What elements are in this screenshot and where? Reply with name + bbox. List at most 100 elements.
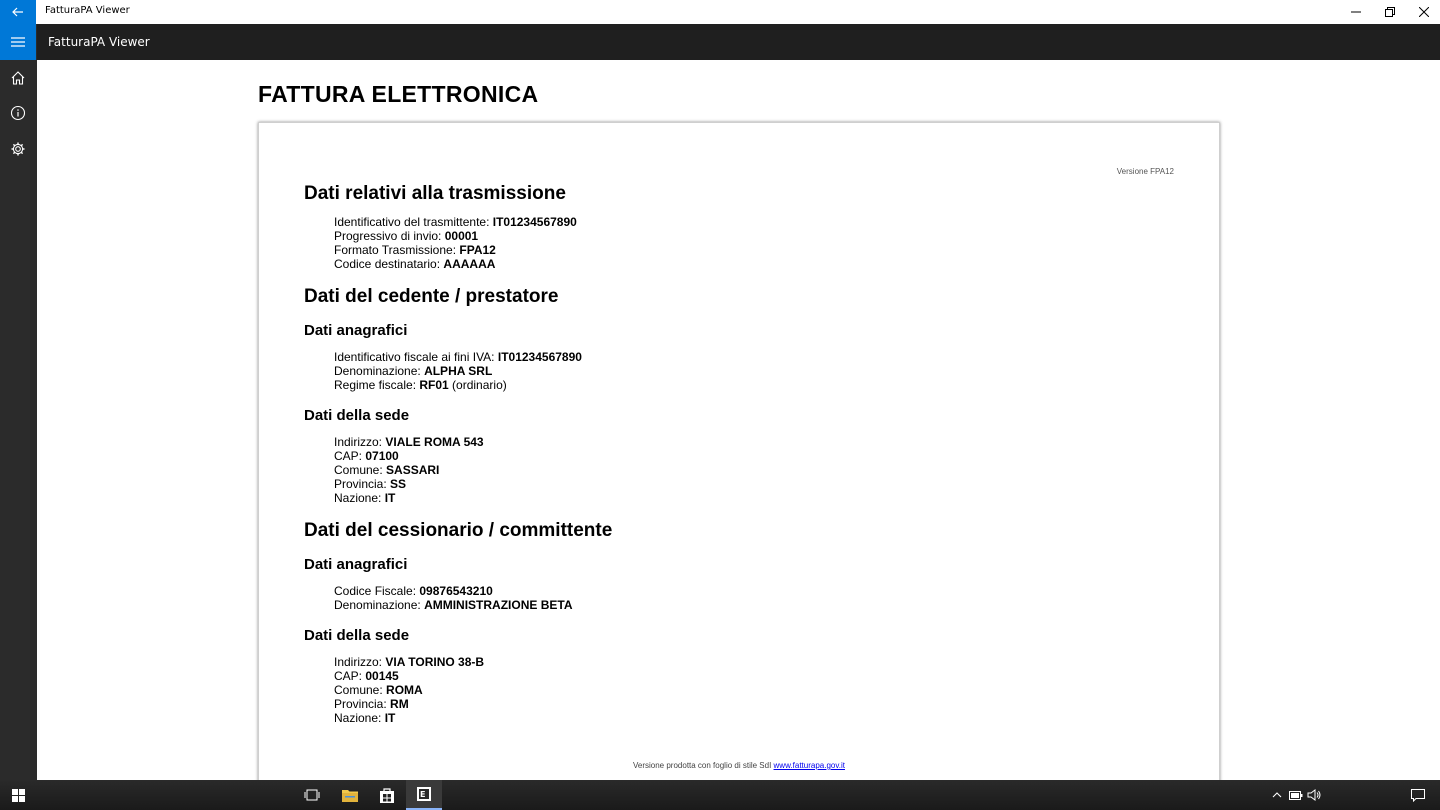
tray-battery[interactable] <box>1286 780 1306 810</box>
field-label: Identificativo fiscale ai fini IVA: <box>334 350 498 364</box>
battery-icon <box>1289 790 1303 800</box>
field-row: CAP: 00145 <box>334 669 484 683</box>
field-value: IT01234567890 <box>497 350 582 364</box>
restore-button[interactable] <box>1373 0 1407 24</box>
store-icon <box>380 788 394 803</box>
close-button[interactable] <box>1407 0 1440 24</box>
field-row: Formato Trasmissione: FPA12 <box>334 243 577 257</box>
footer-text: Versione prodotta con foglio di stile Sd… <box>633 761 774 770</box>
settings-icon <box>11 142 25 156</box>
tray-volume[interactable] <box>1304 780 1324 810</box>
section-trasmissione-heading: Dati relativi alla trasmissione <box>304 183 566 204</box>
cessionario-sede-fields: Indirizzo: VIA TORINO 38-B CAP: 00145 Co… <box>334 655 484 725</box>
field-row: Progressivo di invio: 00001 <box>334 229 577 243</box>
field-row: Provincia: SS <box>334 477 484 491</box>
field-label: Comune: <box>334 683 387 697</box>
close-icon <box>1419 7 1429 17</box>
field-value: SASSARI <box>386 463 440 477</box>
task-view-icon <box>304 789 320 801</box>
start-button[interactable] <box>0 780 36 810</box>
footer-note: Versione prodotta con foglio di stile Sd… <box>259 761 1219 770</box>
field-label: CAP: <box>334 669 366 683</box>
back-button[interactable] <box>0 0 36 24</box>
field-label: Codice Fiscale: <box>334 584 420 598</box>
field-row: Provincia: RM <box>334 697 484 711</box>
field-label: Nazione: <box>334 711 385 725</box>
minimize-icon <box>1351 11 1361 13</box>
field-row: Nazione: IT <box>334 491 484 505</box>
invoice-paper: Versione FPA12 Dati relativi alla trasmi… <box>258 122 1220 780</box>
field-row: Identificativo fiscale ai fini IVA: IT01… <box>334 350 582 364</box>
field-value: 00145 <box>365 669 399 683</box>
cessionario-sede-heading: Dati della sede <box>304 627 410 644</box>
section-cessionario-heading: Dati del cessionario / committente <box>304 520 613 541</box>
field-value: ALPHA SRL <box>424 364 493 378</box>
fatturapa-app-icon: E <box>417 787 431 801</box>
cedente-sede-heading: Dati della sede <box>304 407 410 424</box>
field-value: SS <box>390 477 407 491</box>
cessionario-anagrafici-fields: Codice Fiscale: 09876543210 Denominazion… <box>334 584 573 612</box>
hamburger-icon <box>11 37 25 47</box>
action-center-button[interactable] <box>1400 780 1436 810</box>
field-row: Codice destinatario: AAAAAA <box>334 257 577 271</box>
cedente-sede-fields: Indirizzo: VIALE ROMA 543 CAP: 07100 Com… <box>334 435 484 505</box>
field-label: CAP: <box>334 449 366 463</box>
tray-overflow-button[interactable] <box>1268 780 1286 810</box>
field-row: Codice Fiscale: 09876543210 <box>334 584 573 598</box>
cessionario-anagrafici-heading: Dati anagrafici <box>304 556 408 573</box>
field-value: RF01 <box>419 378 449 392</box>
footer-link[interactable]: www.fatturapa.gov.it <box>774 761 845 770</box>
field-value: 09876543210 <box>419 584 493 598</box>
window-title: FatturaPA Viewer <box>45 5 130 16</box>
field-row: Denominazione: ALPHA SRL <box>334 364 582 378</box>
field-label: Indirizzo: <box>334 435 386 449</box>
field-label: Denominazione: <box>334 364 425 378</box>
field-value: 00001 <box>444 229 479 243</box>
field-label: Progressivo di invio: <box>334 229 445 243</box>
field-label: Provincia: <box>334 697 391 711</box>
nav-pane <box>0 24 37 780</box>
field-row: Regime fiscale: RF01 (ordinario) <box>334 378 582 392</box>
info-icon <box>10 105 26 121</box>
field-value: 07100 <box>365 449 399 463</box>
taskbar-file-explorer[interactable] <box>332 780 368 810</box>
home-icon <box>11 71 25 85</box>
field-value: RM <box>390 697 409 711</box>
field-row: Comune: ROMA <box>334 683 484 697</box>
field-row: Nazione: IT <box>334 711 484 725</box>
nav-info[interactable] <box>0 95 36 131</box>
field-row: Indirizzo: VIALE ROMA 543 <box>334 435 484 449</box>
chevron-up-icon <box>1272 792 1282 798</box>
main-content[interactable]: FATTURA ELETTRONICA Versione FPA12 Dati … <box>37 60 1440 780</box>
task-view-button[interactable] <box>294 780 330 810</box>
field-value: VIALE ROMA 543 <box>385 435 484 449</box>
restore-icon <box>1385 7 1395 17</box>
field-label: Codice destinatario: <box>334 257 444 271</box>
field-label: Formato Trasmissione: <box>334 243 460 257</box>
field-label: Comune: <box>334 463 387 477</box>
section-cedente-heading: Dati del cedente / prestatore <box>304 286 559 307</box>
nav-settings[interactable] <box>0 131 36 167</box>
field-row: Identificativo del trasmittente: IT01234… <box>334 215 577 229</box>
taskbar-store[interactable] <box>369 780 405 810</box>
app-title: FatturaPA Viewer <box>48 35 150 49</box>
file-explorer-icon <box>342 790 358 802</box>
field-value: VIA TORINO 38-B <box>385 655 485 669</box>
cedente-anagrafici-fields: Identificativo fiscale ai fini IVA: IT01… <box>334 350 582 392</box>
trasmissione-fields: Identificativo del trasmittente: IT01234… <box>334 215 577 271</box>
volume-icon <box>1307 789 1321 801</box>
minimize-button[interactable] <box>1339 0 1373 24</box>
hamburger-button[interactable] <box>0 24 36 60</box>
field-label: Identificativo del trasmittente: <box>334 215 493 229</box>
field-label: Nazione: <box>334 491 385 505</box>
taskbar-fatturapa-app[interactable]: E <box>406 780 442 810</box>
svg-text:E: E <box>420 790 425 799</box>
nav-home[interactable] <box>0 60 36 96</box>
notification-icon <box>1411 788 1425 802</box>
field-value: IT01234567890 <box>492 215 577 229</box>
field-value: IT <box>384 711 396 725</box>
field-suffix: (ordinario) <box>448 378 507 392</box>
windows-start-icon <box>11 788 25 802</box>
field-row: Indirizzo: VIA TORINO 38-B <box>334 655 484 669</box>
field-label: Regime fiscale: <box>334 378 420 392</box>
